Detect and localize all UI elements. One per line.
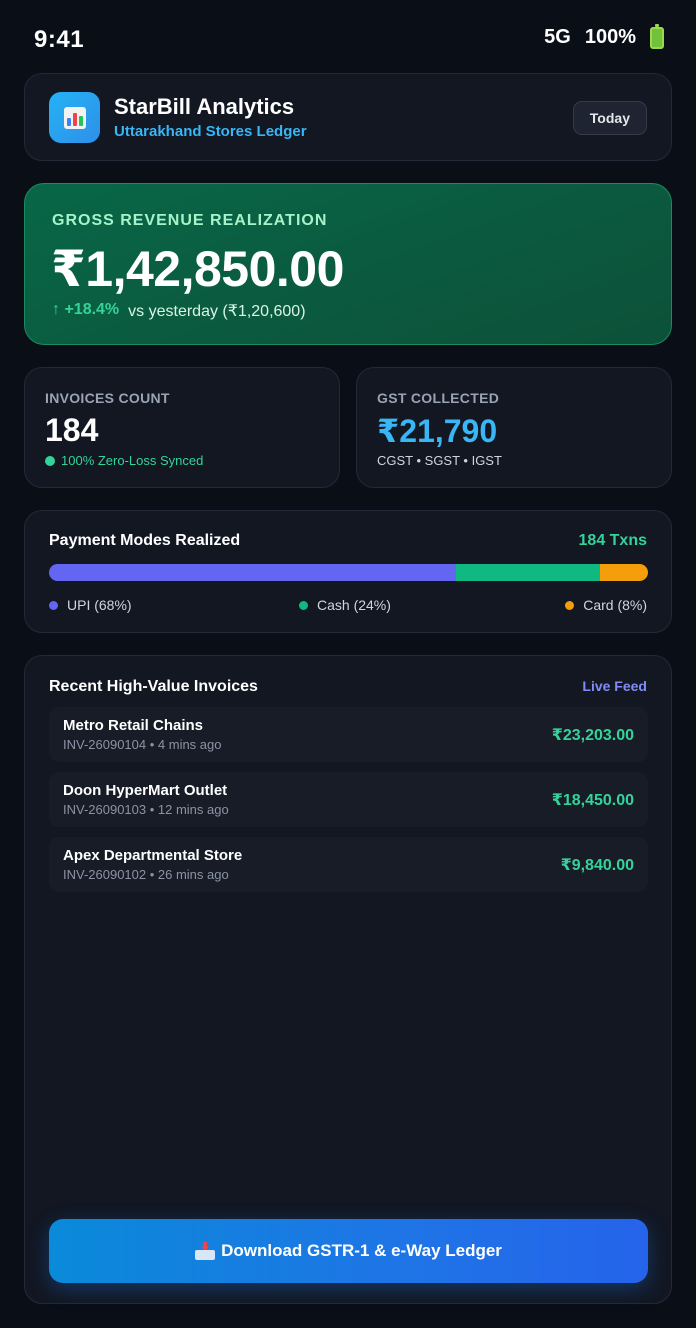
period-selector-button[interactable]: Today <box>572 101 647 135</box>
app-header: StarBill Analytics Uttarakhand Stores Le… <box>24 73 672 161</box>
invoice-meta: INV-26090102 • 26 mins ago <box>63 867 229 882</box>
invoice-row[interactable]: Apex Departmental Store INV-26090102 • 2… <box>49 837 648 892</box>
invoices-count-label: INVOICES COUNT <box>45 390 170 406</box>
payment-modes-title: Payment Modes Realized <box>49 532 241 549</box>
invoice-customer: Apex Departmental Store <box>63 847 243 864</box>
battery-level: 100% <box>584 26 636 48</box>
legend-upi: UPI (68%) <box>49 597 132 613</box>
gst-breakdown: CGST • SGST • IGST <box>377 453 502 468</box>
card-dot-icon <box>565 600 575 610</box>
app-logo <box>49 92 100 143</box>
payment-transactions-count: 184 Txns <box>578 532 647 549</box>
cash-dot-icon <box>299 600 308 610</box>
cash-segment <box>456 564 601 581</box>
app-title: StarBill Analytics <box>114 94 295 119</box>
legend-cash-label: Cash (24%) <box>317 597 391 613</box>
battery-full-icon <box>650 23 664 49</box>
live-feed-link[interactable]: Live Feed <box>582 678 647 694</box>
invoice-row[interactable]: Doon HyperMart Outlet INV-26090103 • 12 … <box>49 772 648 827</box>
gst-collected-value: ₹21,790 <box>377 413 498 449</box>
invoice-row[interactable]: Metro Retail Chains INV-26090104 • 4 min… <box>49 707 648 762</box>
upi-dot-icon <box>49 600 58 610</box>
payment-split-bar <box>49 564 648 581</box>
invoice-amount: ₹23,203.00 <box>551 727 634 744</box>
recent-invoices-title: Recent High-Value Invoices <box>49 678 258 695</box>
network-indicator: 5G <box>544 26 571 48</box>
sync-status: 100% Zero-Loss Synced <box>45 453 203 468</box>
legend-upi-label: UPI (68%) <box>67 597 132 613</box>
legend-card-label: Card (8%) <box>583 597 647 613</box>
sync-status-text: 100% Zero-Loss Synced <box>61 453 204 468</box>
revenue-delta: ↑ +18.4% vs yesterday (₹1,20,600) <box>52 301 306 321</box>
revenue-label: GROSS REVENUE REALIZATION <box>52 212 328 229</box>
sync-status-dot-icon <box>45 455 55 466</box>
download-ledger-label: Download GSTR-1 & e-Way Ledger <box>221 1241 502 1260</box>
revenue-delta-value: ↑ +18.4% <box>52 301 120 318</box>
invoice-amount: ₹9,840.00 <box>560 857 634 874</box>
legend-card: Card (8%) <box>565 597 647 613</box>
invoice-meta: INV-26090103 • 12 mins ago <box>63 802 229 817</box>
upi-segment <box>49 564 457 581</box>
download-ledger-button[interactable]: Download GSTR-1 & e-Way Ledger <box>49 1219 648 1283</box>
invoices-count-card: INVOICES COUNT 184 100% Zero-Loss Synced <box>24 367 340 488</box>
gst-collected-label: GST COLLECTED <box>377 390 500 406</box>
gross-revenue-card: GROSS REVENUE REALIZATION ₹1,42,850.00 ↑… <box>24 183 672 345</box>
payment-modes-card: Payment Modes Realized 184 Txns UPI (68%… <box>24 510 672 633</box>
gst-collected-card: GST COLLECTED ₹21,790 CGST • SGST • IGST <box>356 367 672 488</box>
invoice-amount: ₹18,450.00 <box>551 792 634 809</box>
inbox-tray-icon <box>195 1242 216 1260</box>
card-segment <box>600 564 648 581</box>
invoice-meta: INV-26090104 • 4 mins ago <box>63 737 222 752</box>
app-subtitle: Uttarakhand Stores Ledger <box>114 123 307 140</box>
revenue-comparison: vs yesterday (₹1,20,600) <box>128 303 306 320</box>
status-indicators: 5G 100% <box>544 23 664 49</box>
bar-chart-icon <box>63 106 86 129</box>
invoice-customer: Metro Retail Chains <box>63 717 204 734</box>
dashboard-screen: 9:41 5G 100% StarBill Analytics Uttarakh… <box>0 0 696 1328</box>
invoice-customer: Doon HyperMart Outlet <box>63 782 228 799</box>
status-time: 9:41 <box>34 26 85 53</box>
status-bar: 9:41 5G 100% <box>0 0 696 70</box>
revenue-value: ₹1,42,850.00 <box>51 241 344 297</box>
invoices-count-value: 184 <box>45 412 99 448</box>
recent-invoices-card: Recent High-Value Invoices Live Feed Met… <box>24 655 672 1304</box>
legend-cash: Cash (24%) <box>299 597 391 613</box>
